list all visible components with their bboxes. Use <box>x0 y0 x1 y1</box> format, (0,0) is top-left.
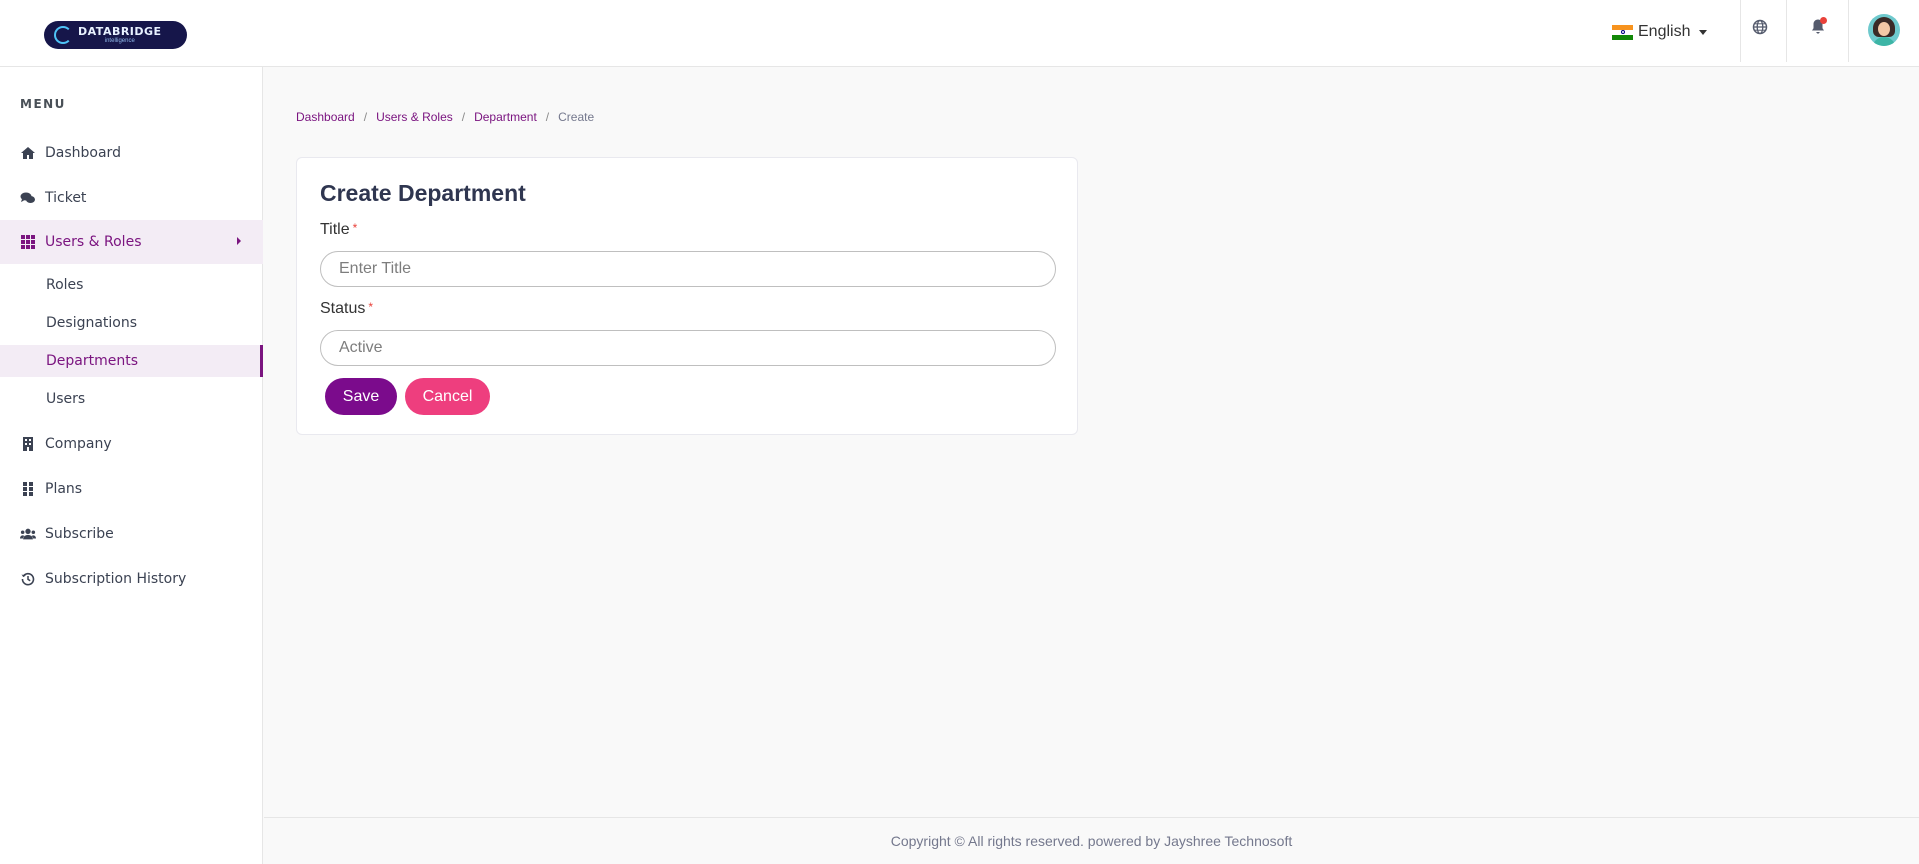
india-flag-icon <box>1612 24 1633 40</box>
footer: Copyright © All rights reserved. powered… <box>264 817 1919 864</box>
sidebar-subitem-label: Departments <box>46 353 139 369</box>
sidebar-item-ticket[interactable]: Ticket <box>0 176 263 220</box>
sidebar-item-label: Ticket <box>45 190 87 206</box>
logo-subtext: intelligence <box>104 38 135 44</box>
sidebar-item-label: Dashboard <box>45 145 121 161</box>
language-label: English <box>1638 23 1691 40</box>
breadcrumb: Dashboard / Users & Roles / Department /… <box>296 110 594 124</box>
status-select[interactable]: Active <box>320 330 1056 366</box>
logo-text: DATABRIDGE <box>78 25 162 38</box>
sidebar-subitem-users[interactable]: Users <box>0 383 263 415</box>
globe-icon[interactable] <box>1750 17 1770 37</box>
sidebar-item-label: Plans <box>45 481 83 497</box>
sidebar-item-subscribe[interactable]: Subscribe <box>0 512 263 556</box>
sidebar-item-plans[interactable]: Plans <box>0 467 263 511</box>
status-label: Status * <box>320 300 374 317</box>
sidebar-subitem-roles[interactable]: Roles <box>0 269 263 301</box>
caret-down-icon <box>1699 29 1708 35</box>
users-icon <box>20 526 36 542</box>
divider <box>1848 0 1849 62</box>
logo-mark-icon <box>54 26 72 44</box>
grid-icon <box>20 234 36 250</box>
dots-grid-icon <box>20 481 36 497</box>
sidebar-item-label: Company <box>45 436 112 452</box>
top-bar: DATABRIDGE intelligence English <box>0 0 1919 67</box>
sidebar-item-users-roles[interactable]: Users & Roles <box>0 220 263 264</box>
breadcrumb-department[interactable]: Department <box>474 110 537 124</box>
building-icon <box>20 436 36 452</box>
sidebar: MENU Dashboard Ticket Users & Roles Role… <box>0 67 263 864</box>
sidebar-item-dashboard[interactable]: Dashboard <box>0 131 263 175</box>
status-value: Active <box>339 339 383 356</box>
save-button[interactable]: Save <box>325 378 397 415</box>
language-dropdown[interactable]: English <box>1612 20 1708 44</box>
breadcrumb-separator: / <box>363 110 368 124</box>
cancel-button[interactable]: Cancel <box>405 378 490 415</box>
divider <box>1740 0 1741 62</box>
menu-title: MENU <box>20 97 66 111</box>
breadcrumb-current: Create <box>558 110 595 124</box>
sidebar-subitem-label: Roles <box>46 277 84 293</box>
breadcrumb-dashboard[interactable]: Dashboard <box>296 110 355 124</box>
required-mark: * <box>368 300 374 314</box>
sidebar-subitem-label: Designations <box>46 315 138 331</box>
page-title: Create Department <box>320 180 526 206</box>
sidebar-subitem-departments[interactable]: Departments <box>0 345 263 377</box>
required-mark: * <box>352 221 358 235</box>
breadcrumb-users-roles[interactable]: Users & Roles <box>376 110 453 124</box>
bell-icon[interactable] <box>1808 17 1828 37</box>
avatar[interactable] <box>1868 14 1900 46</box>
sidebar-item-company[interactable]: Company <box>0 422 263 466</box>
title-label: Title * <box>320 221 358 238</box>
chevron-right-icon <box>237 237 241 245</box>
breadcrumb-separator: / <box>545 110 550 124</box>
sidebar-item-label: Users & Roles <box>45 234 142 250</box>
history-icon <box>20 571 36 587</box>
notification-dot <box>1820 17 1827 24</box>
divider <box>1786 0 1787 62</box>
home-icon <box>20 145 36 161</box>
logo[interactable]: DATABRIDGE intelligence <box>44 21 187 49</box>
sidebar-subitem-designations[interactable]: Designations <box>0 307 263 339</box>
sidebar-subitem-label: Users <box>46 391 86 407</box>
title-input[interactable] <box>320 251 1056 287</box>
comments-icon <box>20 190 36 206</box>
sidebar-item-subscription-history[interactable]: Subscription History <box>0 557 263 601</box>
breadcrumb-separator: / <box>461 110 466 124</box>
create-department-card: Create Department Title* Status* Active … <box>296 157 1078 435</box>
sidebar-item-label: Subscription History <box>45 571 187 587</box>
copyright-text: Copyright © All rights reserved. powered… <box>890 833 1293 849</box>
sidebar-item-label: Subscribe <box>45 526 114 542</box>
